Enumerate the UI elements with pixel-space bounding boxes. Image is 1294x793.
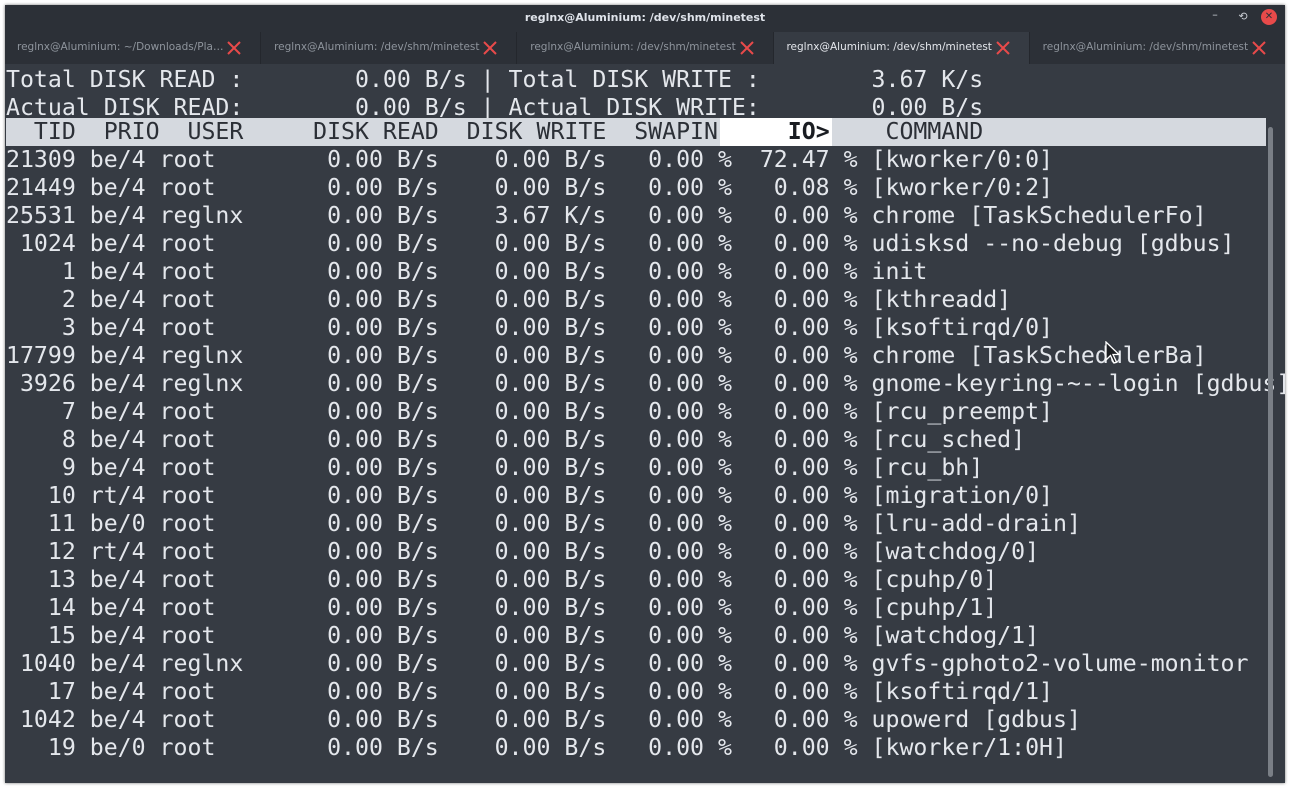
process-row[interactable]: 12 rt/4 root 0.00 B/s 0.00 B/s 0.00 % 0.… bbox=[6, 538, 1039, 566]
column-header-labels: TID PRIO USER DISK READ DISK WRITE SWAPI… bbox=[6, 118, 718, 145]
process-row[interactable]: 10 rt/4 root 0.00 B/s 0.00 B/s 0.00 % 0.… bbox=[6, 482, 1053, 510]
title-bar[interactable]: reglnx@Aluminium: /dev/shm/minetest – ⟲ … bbox=[5, 5, 1285, 32]
process-row[interactable]: 17799 be/4 reglnx 0.00 B/s 0.00 B/s 0.00… bbox=[6, 342, 1207, 370]
close-tab-icon[interactable] bbox=[739, 40, 755, 56]
process-row[interactable]: 2 be/4 root 0.00 B/s 0.00 B/s 0.00 % 0.0… bbox=[6, 286, 1011, 314]
column-headers: TID PRIO USER DISK READ DISK WRITE SWAPI… bbox=[6, 118, 983, 146]
close-window-icon[interactable]: ✕ bbox=[1261, 9, 1277, 25]
process-row[interactable]: 1042 be/4 root 0.00 B/s 0.00 B/s 0.00 % … bbox=[6, 706, 1081, 734]
process-row[interactable]: 1024 be/4 root 0.00 B/s 0.00 B/s 0.00 % … bbox=[6, 230, 1235, 258]
process-row[interactable]: 15 be/4 root 0.00 B/s 0.00 B/s 0.00 % 0.… bbox=[6, 622, 1039, 650]
process-row[interactable]: 21449 be/4 root 0.00 B/s 0.00 B/s 0.00 %… bbox=[6, 174, 1053, 202]
window-title: reglnx@Aluminium: /dev/shm/minetest bbox=[524, 11, 766, 24]
process-row[interactable]: 7 be/4 root 0.00 B/s 0.00 B/s 0.00 % 0.0… bbox=[6, 398, 1053, 426]
restore-icon[interactable]: ⟲ bbox=[1234, 8, 1252, 26]
tab-label: reglnx@Aluminium: /dev/shm/minetest bbox=[786, 41, 992, 53]
minimize-icon[interactable]: – bbox=[1206, 6, 1224, 24]
tab-label: reglnx@Aluminium: /dev/shm/minetest bbox=[530, 41, 736, 53]
process-row[interactable]: 8 be/4 root 0.00 B/s 0.00 B/s 0.00 % 0.0… bbox=[6, 426, 1025, 454]
process-row[interactable]: 25531 be/4 reglnx 0.00 B/s 3.67 K/s 0.00… bbox=[6, 202, 1207, 230]
mouse-cursor-icon bbox=[1105, 341, 1121, 364]
process-row[interactable]: 17 be/4 root 0.00 B/s 0.00 B/s 0.00 % 0.… bbox=[6, 678, 1053, 706]
process-row[interactable]: 3926 be/4 reglnx 0.00 B/s 0.00 B/s 0.00 … bbox=[6, 370, 1285, 398]
tab-label: reglnx@Aluminium: ~/Downloads/Player... bbox=[17, 41, 225, 53]
tab-3[interactable]: reglnx@Aluminium: /dev/shm/minetest bbox=[517, 32, 774, 64]
scrollbar[interactable] bbox=[1268, 127, 1273, 777]
process-row[interactable]: 13 be/4 root 0.00 B/s 0.00 B/s 0.00 % 0.… bbox=[6, 566, 997, 594]
terminal-window: reglnx@Aluminium: /dev/shm/minetest – ⟲ … bbox=[5, 5, 1285, 783]
close-tab-icon[interactable] bbox=[1251, 40, 1267, 56]
tab-4-active[interactable]: reglnx@Aluminium: /dev/shm/minetest bbox=[773, 32, 1030, 64]
process-row[interactable]: 1040 be/4 reglnx 0.00 B/s 0.00 B/s 0.00 … bbox=[6, 650, 1249, 678]
tab-bar: reglnx@Aluminium: ~/Downloads/Player... … bbox=[5, 32, 1285, 64]
tab-label: reglnx@Aluminium: /dev/shm/minetest bbox=[1042, 41, 1249, 53]
close-tab-icon[interactable] bbox=[482, 40, 498, 56]
column-header-io-sorted[interactable]: IO> bbox=[718, 118, 830, 145]
process-row[interactable]: 9 be/4 root 0.00 B/s 0.00 B/s 0.00 % 0.0… bbox=[6, 454, 983, 482]
process-row[interactable]: 21309 be/4 root 0.00 B/s 0.00 B/s 0.00 %… bbox=[6, 146, 1053, 174]
tab-5[interactable]: reglnx@Aluminium: /dev/shm/minetest bbox=[1030, 32, 1285, 64]
process-row[interactable]: 11 be/0 root 0.00 B/s 0.00 B/s 0.00 % 0.… bbox=[6, 510, 1081, 538]
terminal-output[interactable]: Total DISK READ : 0.00 B/s | Total DISK … bbox=[5, 64, 1285, 783]
process-row[interactable]: 1 be/4 root 0.00 B/s 0.00 B/s 0.00 % 0.0… bbox=[6, 258, 928, 286]
total-disk-summary: Total DISK READ : 0.00 B/s | Total DISK … bbox=[6, 66, 984, 93]
process-row[interactable]: 3 be/4 root 0.00 B/s 0.00 B/s 0.00 % 0.0… bbox=[6, 314, 1053, 342]
process-row[interactable]: 14 be/4 root 0.00 B/s 0.00 B/s 0.00 % 0.… bbox=[6, 594, 997, 622]
column-header-command: COMMAND bbox=[829, 118, 984, 145]
tab-label: reglnx@Aluminium: /dev/shm/minetest bbox=[274, 41, 480, 53]
close-tab-icon[interactable] bbox=[995, 40, 1011, 56]
tab-1[interactable]: reglnx@Aluminium: ~/Downloads/Player... bbox=[5, 32, 262, 64]
tab-2[interactable]: reglnx@Aluminium: /dev/shm/minetest bbox=[261, 32, 518, 64]
close-tab-icon[interactable] bbox=[226, 40, 242, 56]
process-row[interactable]: 19 be/0 root 0.00 B/s 0.00 B/s 0.00 % 0.… bbox=[6, 734, 1067, 762]
